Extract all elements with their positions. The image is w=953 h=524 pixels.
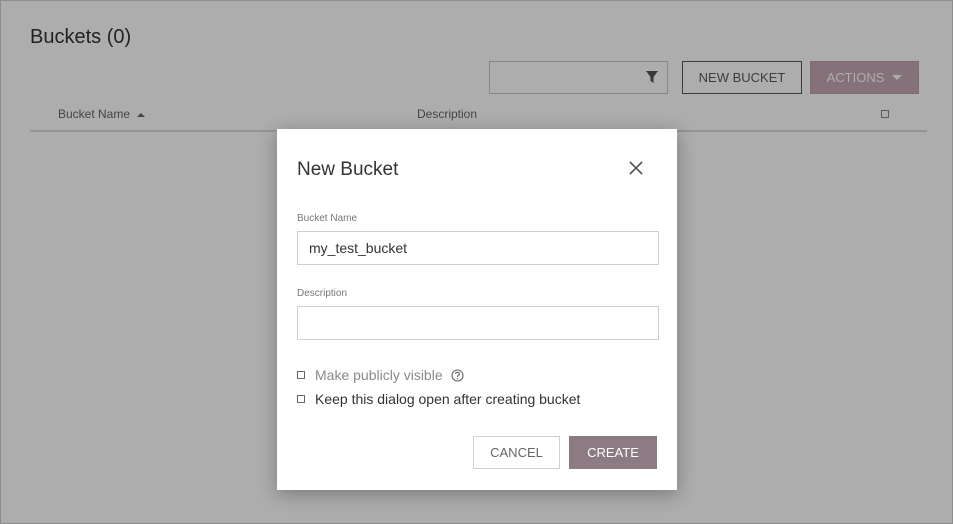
make-public-label: Make publicly visible — [315, 367, 443, 383]
description-label: Description — [297, 288, 348, 299]
new-bucket-dialog: New Bucket Bucket Name Description Make … — [277, 129, 677, 490]
keep-open-checkbox[interactable] — [297, 395, 305, 403]
cancel-button[interactable]: CANCEL — [473, 436, 560, 469]
make-public-row[interactable]: Make publicly visible — [297, 367, 464, 383]
make-public-checkbox[interactable] — [297, 371, 305, 379]
keep-open-row[interactable]: Keep this dialog open after creating buc… — [297, 391, 580, 407]
bucket-name-input[interactable] — [297, 231, 659, 265]
bucket-name-label: Bucket Name — [297, 213, 358, 224]
keep-open-label: Keep this dialog open after creating buc… — [315, 391, 581, 407]
help-icon[interactable] — [451, 368, 464, 382]
dialog-title: New Bucket — [297, 159, 399, 180]
close-icon[interactable] — [628, 160, 644, 176]
description-input[interactable] — [297, 306, 659, 340]
create-button[interactable]: CREATE — [569, 436, 657, 469]
